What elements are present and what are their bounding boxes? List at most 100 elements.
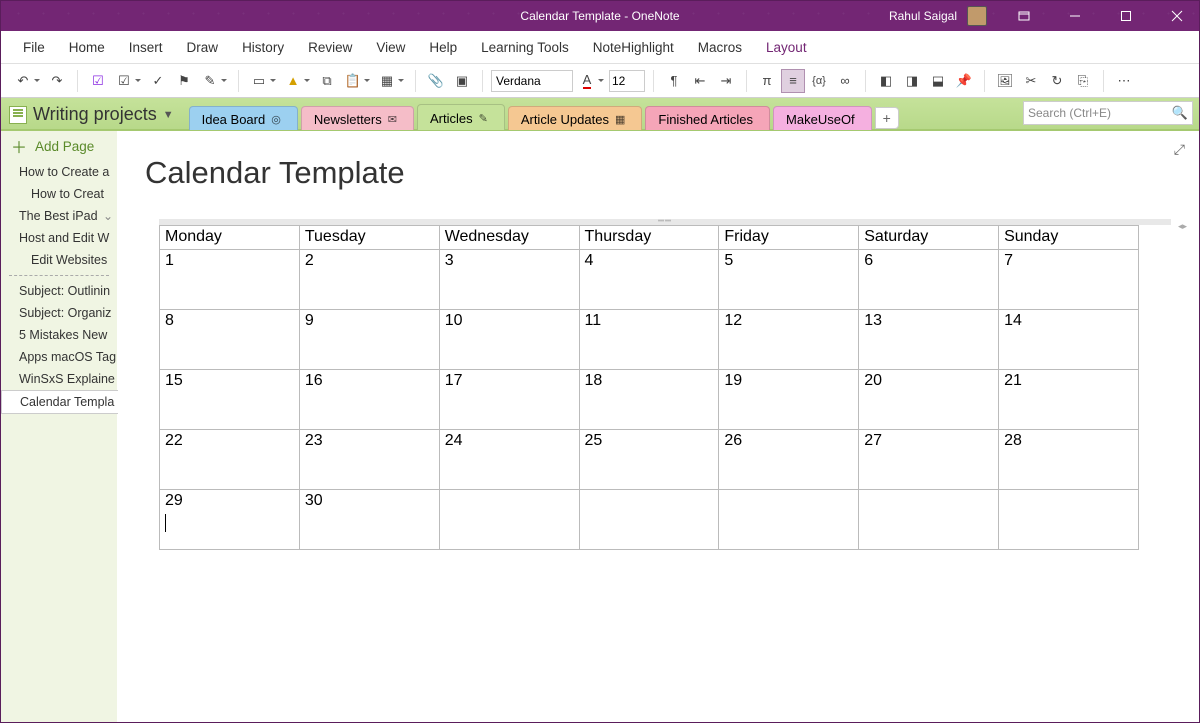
calendar-cell[interactable]: [859, 490, 999, 550]
menu-layout[interactable]: Layout: [754, 34, 819, 61]
page-title[interactable]: Calendar Template: [145, 155, 1171, 191]
calendar-cell[interactable]: 17: [439, 370, 579, 430]
calendar-cell[interactable]: 11: [579, 310, 719, 370]
section-tab-finished-articles[interactable]: Finished Articles: [645, 106, 770, 130]
rotate-icon[interactable]: ↻: [1045, 69, 1069, 93]
flag-icon[interactable]: ⚑: [172, 69, 196, 93]
calendar-cell[interactable]: 1: [160, 250, 300, 310]
indent-icon[interactable]: ⇥: [714, 69, 738, 93]
dock-left-icon[interactable]: ◧: [874, 69, 898, 93]
calendar-header-cell[interactable]: Thursday: [579, 226, 719, 250]
clear-format-icon[interactable]: ¶: [662, 69, 686, 93]
calendar-cell[interactable]: 9: [299, 310, 439, 370]
add-page-button[interactable]: ＋ Add Page: [1, 131, 117, 161]
calendar-cell[interactable]: 2: [299, 250, 439, 310]
calendar-cell[interactable]: 18: [579, 370, 719, 430]
calendar-cell[interactable]: 7: [999, 250, 1139, 310]
menu-view[interactable]: View: [364, 34, 417, 61]
autocorrect-icon[interactable]: ≡: [781, 69, 805, 93]
add-section-button[interactable]: +: [875, 107, 899, 129]
checkmark-icon[interactable]: ✓: [146, 69, 170, 93]
table-icon[interactable]: ▦: [375, 69, 399, 93]
paste-icon[interactable]: 📋: [341, 69, 365, 93]
tag-dropdown-icon[interactable]: ☑: [112, 69, 136, 93]
page-item[interactable]: WinSxS Explaine: [1, 368, 117, 390]
tag-more-icon[interactable]: ✎: [198, 69, 222, 93]
minimize-button[interactable]: [1052, 1, 1097, 31]
calendar-cell[interactable]: 4: [579, 250, 719, 310]
menu-insert[interactable]: Insert: [117, 34, 175, 61]
drag-handle-icon[interactable]: ┅┅: [658, 216, 672, 227]
calendar-cell[interactable]: 15: [160, 370, 300, 430]
page-item[interactable]: How to Creat: [1, 183, 117, 205]
calendar-cell[interactable]: 19: [719, 370, 859, 430]
page-item[interactable]: The Best iPad: [1, 205, 117, 227]
calendar-cell[interactable]: 22: [160, 430, 300, 490]
infinity-icon[interactable]: ∞: [833, 69, 857, 93]
page-item[interactable]: 5 Mistakes New: [1, 324, 117, 346]
calendar-cell[interactable]: 16: [299, 370, 439, 430]
calendar-cell[interactable]: 28: [999, 430, 1139, 490]
calendar-header-cell[interactable]: Wednesday: [439, 226, 579, 250]
section-tab-idea-board[interactable]: Idea Board◎: [189, 106, 298, 130]
expand-icon[interactable]: ⤢: [1174, 141, 1185, 158]
font-select[interactable]: [491, 70, 573, 92]
section-tab-article-updates[interactable]: Article Updates▦: [508, 106, 643, 130]
ribbon-overflow-icon[interactable]: ⋯: [1112, 69, 1136, 93]
menu-learning-tools[interactable]: Learning Tools: [469, 34, 581, 61]
undo-button[interactable]: ↶: [11, 69, 35, 93]
calendar-header-cell[interactable]: Tuesday: [299, 226, 439, 250]
crop-icon[interactable]: ✂: [1019, 69, 1043, 93]
calendar-cell[interactable]: 21: [999, 370, 1139, 430]
calendar-cell[interactable]: 13: [859, 310, 999, 370]
calendar-header-cell[interactable]: Monday: [160, 226, 300, 250]
maximize-button[interactable]: [1103, 1, 1148, 31]
calendar-cell[interactable]: 27: [859, 430, 999, 490]
notebook-picker[interactable]: Writing projects ▼: [9, 104, 174, 129]
pin-icon[interactable]: 📌: [952, 69, 976, 93]
calendar-cell[interactable]: [719, 490, 859, 550]
page-content[interactable]: ⤢ Calendar Template ┅┅ ◂▸ MondayTuesdayW…: [117, 131, 1199, 722]
ribbon-display-button[interactable]: [1001, 1, 1046, 31]
page-item[interactable]: How to Create a: [1, 161, 117, 183]
page-item[interactable]: Subject: Organiz: [1, 302, 117, 324]
calendar-table[interactable]: MondayTuesdayWednesdayThursdayFridaySatu…: [159, 225, 1139, 550]
menu-review[interactable]: Review: [296, 34, 364, 61]
avatar[interactable]: [967, 6, 987, 26]
highlighter-icon[interactable]: ▲: [281, 69, 305, 93]
section-tab-articles[interactable]: Articles✎: [417, 104, 505, 130]
menu-home[interactable]: Home: [57, 34, 117, 61]
menu-draw[interactable]: Draw: [175, 34, 231, 61]
calendar-cell[interactable]: 6: [859, 250, 999, 310]
calendar-header-cell[interactable]: Saturday: [859, 226, 999, 250]
calendar-cell[interactable]: 14: [999, 310, 1139, 370]
close-button[interactable]: [1154, 1, 1199, 31]
copy-icon[interactable]: ⎘: [1071, 69, 1095, 93]
section-tab-makeuseof[interactable]: MakeUseOf: [773, 106, 872, 130]
outdent-icon[interactable]: ⇤: [688, 69, 712, 93]
attach-icon[interactable]: 📎: [424, 69, 448, 93]
calendar-cell[interactable]: [999, 490, 1139, 550]
calendar-cell[interactable]: [579, 490, 719, 550]
font-size-select[interactable]: [609, 70, 645, 92]
image-icon[interactable]: 🖼: [993, 69, 1017, 93]
calendar-container[interactable]: ┅┅ ◂▸ MondayTuesdayWednesdayThursdayFrid…: [159, 219, 1171, 550]
menu-notehighlight[interactable]: NoteHighlight: [581, 34, 686, 61]
menu-help[interactable]: Help: [417, 34, 469, 61]
resize-handle-icon[interactable]: ◂▸: [1178, 221, 1187, 232]
page-item[interactable]: Apps macOS Tag: [1, 346, 117, 368]
calendar-cell[interactable]: 3: [439, 250, 579, 310]
calendar-cell[interactable]: 25: [579, 430, 719, 490]
page-item[interactable]: Calendar Templa: [1, 390, 118, 414]
calendar-cell[interactable]: 5: [719, 250, 859, 310]
page-item[interactable]: Subject: Outlinin: [1, 280, 117, 302]
dock-bottom-icon[interactable]: ⬓: [926, 69, 950, 93]
calendar-header-cell[interactable]: Sunday: [999, 226, 1139, 250]
calendar-cell[interactable]: 20: [859, 370, 999, 430]
menu-macros[interactable]: Macros: [686, 34, 754, 61]
bracket-icon[interactable]: {α}: [807, 69, 831, 93]
calendar-cell[interactable]: 26: [719, 430, 859, 490]
font-color-icon[interactable]: A: [575, 69, 599, 93]
calendar-cell[interactable]: 29: [160, 490, 300, 550]
menu-file[interactable]: File: [11, 34, 57, 61]
